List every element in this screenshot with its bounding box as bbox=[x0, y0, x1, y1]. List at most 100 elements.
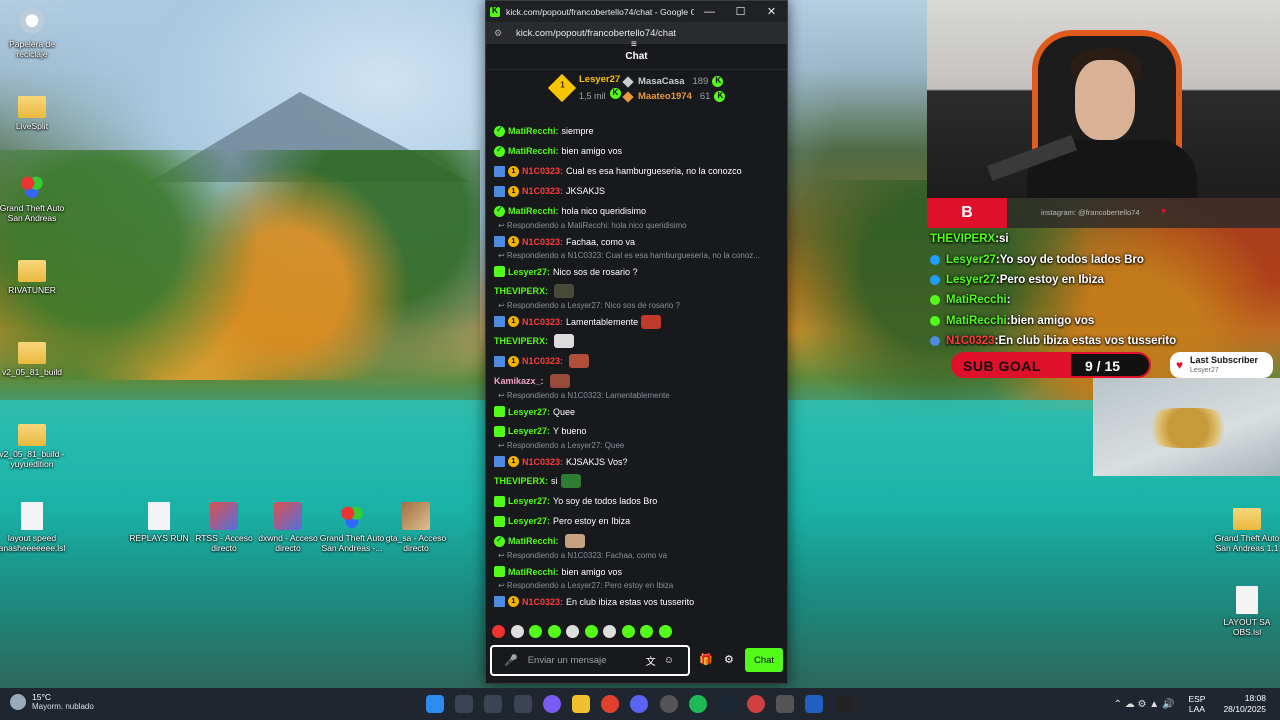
emote-shortcut-icon[interactable] bbox=[603, 624, 616, 638]
site-info-icon[interactable]: ⚙ bbox=[494, 28, 506, 39]
chat-message[interactable]: ↩ Respondiendo a Lesyer27: Nico sos de r… bbox=[494, 301, 780, 331]
chat-message[interactable]: THEVIPERX: bbox=[494, 331, 780, 351]
search-icon[interactable] bbox=[455, 695, 474, 713]
tray-icons[interactable]: ⌃ ☁ ⚙ ▲ 🔊 bbox=[1114, 699, 1175, 710]
translate-icon[interactable]: 文 bbox=[646, 653, 656, 668]
chat-username[interactable]: N1C0323: bbox=[522, 356, 563, 366]
leaderboard-row[interactable]: MasaCasa 189 bbox=[622, 74, 725, 89]
emote-shortcut-icon[interactable] bbox=[529, 624, 542, 638]
chat-username[interactable]: N1C0323: bbox=[522, 317, 563, 327]
chrome-icon[interactable] bbox=[601, 695, 620, 713]
steam-icon[interactable] bbox=[717, 695, 736, 713]
desktop-icon-replays[interactable]: REPLAYS RUN bbox=[124, 502, 194, 543]
chat-username[interactable]: THEVIPERX: bbox=[494, 286, 548, 296]
chat-username[interactable]: MatiRecchi: bbox=[508, 536, 559, 546]
chat-message[interactable]: Lesyer27: Yo soy de todos lados Bro bbox=[494, 491, 780, 511]
chat-message[interactable]: ↩ Respondiendo a N1C0323: Fachaa, como v… bbox=[494, 551, 780, 581]
window-titlebar[interactable]: kick.com/popout/francobertello74/chat - … bbox=[486, 1, 787, 22]
chat-message[interactable]: ↩ Respondiendo a MatiRecchi: hola nico q… bbox=[494, 221, 780, 251]
clock[interactable]: 18:08 28/10/2025 bbox=[1223, 693, 1266, 715]
chat-username[interactable]: THEVIPERX: bbox=[494, 336, 548, 346]
chat-username[interactable]: Lesyer27: bbox=[508, 516, 550, 526]
chat-username[interactable]: N1C0323: bbox=[522, 597, 563, 607]
chat-message[interactable]: ↩ Respondiendo a N1C0323: Cual es esa ha… bbox=[494, 251, 780, 281]
emote-shortcut-icon[interactable] bbox=[492, 624, 505, 638]
chat-message[interactable]: MatiRecchi:bien amigo vos bbox=[494, 141, 780, 161]
maximize-icon[interactable]: ☐ bbox=[725, 5, 756, 18]
desktop-icon-recycle-bin[interactable]: Papelera de reciclaje bbox=[0, 8, 67, 59]
leaderboard-row[interactable]: Maateo1974 61 bbox=[622, 89, 726, 104]
settings-gear-icon[interactable]: ⚙ bbox=[724, 653, 734, 666]
chat-message[interactable]: ↩ Respondiendo a Lesyer27: Quee 1 N1C0323:… bbox=[494, 441, 780, 471]
desktop-icon-rivatuner[interactable]: RIVATUNER bbox=[0, 256, 67, 295]
emote-shortcut-icon[interactable] bbox=[547, 624, 561, 638]
chat-username[interactable]: MatiRecchi: bbox=[508, 126, 559, 136]
chat-message[interactable]: Lesyer27: Y bueno bbox=[494, 421, 780, 441]
desktop-icon-gta-folder[interactable]: Grand Theft Auto San Andreas 1.1 bbox=[1212, 504, 1280, 553]
obs-icon[interactable] bbox=[542, 695, 561, 713]
chat-message[interactable]: 1 N1C0323: Cual es esa hamburgueseria, no … bbox=[494, 161, 780, 181]
epic-games-icon[interactable] bbox=[834, 695, 853, 713]
desktop-icon-build-yuyu[interactable]: v2_05_81_build - yuyuedition bbox=[0, 420, 67, 469]
emote-shortcut-icon[interactable] bbox=[510, 624, 524, 638]
desktop-icon-gta-sa-exe[interactable]: gta_sa - Acceso directo bbox=[381, 502, 451, 553]
chat-username[interactable]: Lesyer27: bbox=[508, 496, 550, 506]
desktop-icon-dxwnd[interactable]: dxwnd - Acceso directo bbox=[253, 502, 323, 553]
send-chat-button[interactable]: Chat bbox=[745, 648, 783, 672]
task-view-icon[interactable] bbox=[484, 695, 503, 713]
chat-username[interactable]: N1C0323: bbox=[522, 186, 563, 196]
chat-username[interactable]: N1C0323: bbox=[522, 237, 563, 247]
emote-shortcut-icon[interactable] bbox=[566, 624, 579, 638]
chat-message[interactable]: MatiRecchi:siempre bbox=[494, 121, 780, 141]
chat-username[interactable]: THEVIPERX: bbox=[494, 476, 548, 486]
chat-message[interactable]: Kamikazx_: bbox=[494, 371, 780, 391]
emote-shortcut-icon[interactable] bbox=[621, 624, 635, 638]
minimize-icon[interactable]: — bbox=[694, 6, 725, 18]
microphone-icon[interactable]: 🎤 bbox=[504, 654, 518, 667]
chat-message[interactable]: THEVIPERX: si bbox=[494, 471, 780, 491]
desktop-icon-gta-sa[interactable]: Grand Theft Auto San Andreas bbox=[0, 172, 67, 223]
pinned-menu-icon[interactable]: ≡ bbox=[631, 39, 637, 50]
weather-widget[interactable]: 15°C Mayorm. nublado bbox=[10, 692, 94, 711]
chat-message[interactable]: 1 N1C0323: JKSAKJS bbox=[494, 181, 780, 201]
chat-username[interactable]: Lesyer27: bbox=[508, 267, 550, 277]
emote-shortcut-icon[interactable] bbox=[658, 624, 672, 638]
chat-message[interactable]: THEVIPERX: bbox=[494, 281, 780, 301]
emote-shortcut-icon[interactable] bbox=[584, 624, 598, 638]
chat-message[interactable]: ↩ Respondiendo a Lesyer27: Pero estoy en… bbox=[494, 581, 780, 611]
desktop-icon-build[interactable]: v2_05_81_build bbox=[0, 338, 67, 377]
close-icon[interactable]: ✕ bbox=[756, 5, 787, 18]
file-explorer-icon[interactable] bbox=[571, 695, 590, 713]
spotify-icon[interactable] bbox=[688, 695, 707, 713]
remote-desktop-icon[interactable] bbox=[805, 695, 824, 713]
chat-username[interactable]: MatiRecchi: bbox=[508, 206, 559, 216]
desktop-icon-gta-shortcut[interactable]: Grand Theft Auto San Andreas -... bbox=[317, 502, 387, 553]
emote-shortcut-icon[interactable] bbox=[640, 624, 653, 638]
chat-username[interactable]: N1C0323: bbox=[522, 457, 563, 467]
discord-icon[interactable] bbox=[630, 695, 649, 713]
chat-message[interactable]: 1 N1C0323: bbox=[494, 351, 780, 371]
chat-input[interactable] bbox=[527, 655, 638, 666]
chat-username[interactable]: MatiRecchi: bbox=[508, 567, 559, 577]
leaderboard-first[interactable]: 1 Lesyer27 1,5 mil bbox=[547, 73, 621, 102]
emoji-icon[interactable]: ☺ bbox=[664, 655, 674, 666]
chat-message[interactable]: MatiRecchi:hola nico queridisimo bbox=[494, 201, 780, 221]
store-icon[interactable] bbox=[513, 695, 532, 713]
desktop-icon-livesplit[interactable]: LiveSplit bbox=[0, 92, 67, 131]
app-icon[interactable] bbox=[776, 695, 795, 713]
app-icon[interactable] bbox=[659, 695, 678, 713]
desktop-icon-layout-speed[interactable]: layout speed anasheeeeeee.lsl bbox=[0, 502, 67, 553]
chat-message[interactable]: ↩ Respondiendo a N1C0323: Lamentablement… bbox=[494, 391, 780, 421]
desktop-icon-layout-sa[interactable]: LAYOUT SA OBS.lsl bbox=[1212, 586, 1280, 637]
chat-username[interactable]: N1C0323: bbox=[522, 166, 563, 176]
chat-username[interactable]: Lesyer27: bbox=[508, 407, 550, 417]
language-indicator[interactable]: ESP LAA bbox=[1188, 694, 1205, 714]
chat-message[interactable]: Lesyer27: Pero estoy en Ibiza bbox=[494, 511, 780, 531]
chat-message[interactable]: MatiRecchi: bbox=[494, 531, 780, 551]
desktop-icon-rtss[interactable]: RTSS - Acceso directo bbox=[189, 502, 259, 553]
chat-username[interactable]: Lesyer27: bbox=[508, 426, 550, 436]
chat-username[interactable]: MatiRecchi: bbox=[508, 146, 559, 156]
start-icon[interactable] bbox=[426, 695, 444, 713]
gift-icon[interactable]: 🎁 bbox=[699, 653, 713, 666]
gta-icon[interactable] bbox=[747, 695, 766, 713]
